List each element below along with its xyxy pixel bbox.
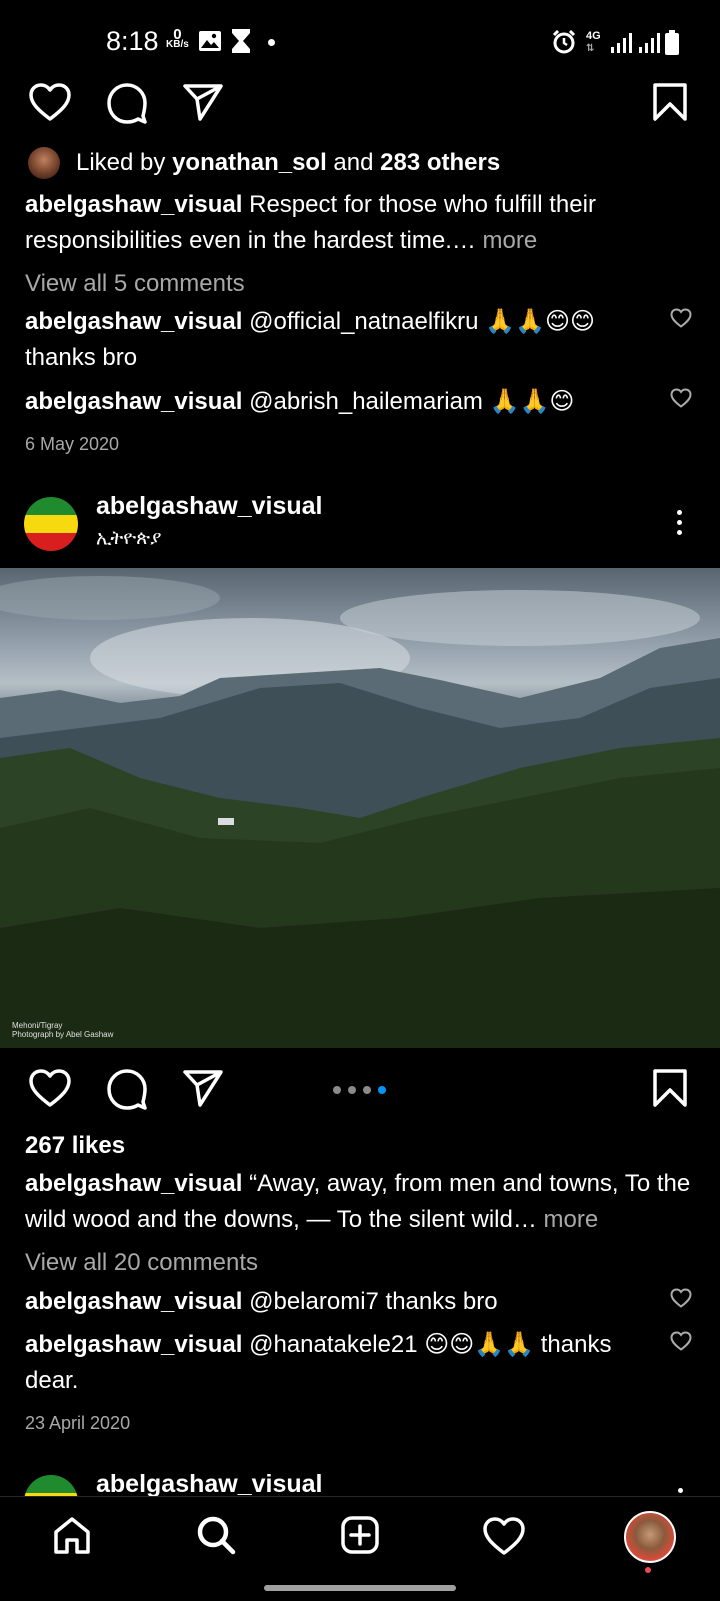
caption-more-link[interactable]: more xyxy=(537,1206,598,1233)
net-speed-unit: KB/s xyxy=(166,39,189,50)
comment-username[interactable]: abelgashaw_visual xyxy=(25,388,242,415)
home-icon[interactable] xyxy=(52,1515,92,1555)
activity-heart-icon[interactable] xyxy=(482,1516,526,1556)
post-photo[interactable]: Mehoni/Tigray Photograph by Abel Gashaw xyxy=(0,568,720,1048)
carousel-dot xyxy=(333,1086,341,1094)
status-time: 8:18 xyxy=(106,26,159,56)
post2-caption: abelgashaw_visual “Away, away, from men … xyxy=(25,1166,695,1238)
profile-avatar[interactable] xyxy=(624,1511,676,1563)
caption-username[interactable]: abelgashaw_visual xyxy=(25,191,242,218)
post2-view-comments[interactable]: View all 20 comments xyxy=(25,1245,258,1281)
post-author-username[interactable]: abelgashaw_visual xyxy=(96,1470,323,1499)
save-bookmark-icon[interactable] xyxy=(652,82,688,122)
share-send-icon[interactable] xyxy=(182,82,224,122)
liked-by-avatar[interactable] xyxy=(28,147,60,179)
network-type-label: 4G xyxy=(586,30,601,42)
liked-by-text[interactable]: Liked by yonathan_sol and 283 others xyxy=(76,145,500,181)
signal-icon-2 xyxy=(638,32,660,54)
comment-row: abelgashaw_visual @hanatakele21 😊😊🙏🙏 tha… xyxy=(25,1327,655,1399)
carousel-dot xyxy=(348,1086,356,1094)
save-bookmark-icon[interactable] xyxy=(652,1068,688,1108)
photo-credit: Mehoni/Tigray Photograph by Abel Gashaw xyxy=(12,1021,113,1039)
hourglass-icon xyxy=(230,28,252,54)
comment-row: abelgashaw_visual @official_natnaelfikru… xyxy=(25,304,655,376)
caption-username[interactable]: abelgashaw_visual xyxy=(25,1170,242,1197)
data-arrows-icon: ⇅ xyxy=(586,43,595,54)
landscape-scene xyxy=(0,576,720,1048)
comment-like-heart-icon[interactable] xyxy=(670,1331,692,1351)
carousel-dot-active xyxy=(378,1086,386,1094)
photo-credit-line2: Photograph by Abel Gashaw xyxy=(12,1030,114,1039)
comment-text: @belaromi7 thanks bro xyxy=(242,1288,498,1315)
comment-like-heart-icon[interactable] xyxy=(670,1288,692,1308)
notification-dot-icon xyxy=(268,39,275,46)
comment-username[interactable]: abelgashaw_visual xyxy=(25,1288,242,1315)
post-location[interactable]: ኢትዮጵያ xyxy=(96,527,161,549)
liked-by-mid: and xyxy=(326,149,381,176)
network-type: 4G ⇅ xyxy=(586,30,601,55)
liked-by-user[interactable]: yonathan_sol xyxy=(172,149,327,176)
comment-icon[interactable] xyxy=(106,82,148,124)
post1-date: 6 May 2020 xyxy=(25,434,120,454)
comment-like-heart-icon[interactable] xyxy=(670,308,692,328)
caption-more-link[interactable]: more xyxy=(476,227,538,254)
post1-caption: abelgashaw_visual Respect for those who … xyxy=(25,187,675,259)
like-heart-icon[interactable] xyxy=(28,1068,72,1108)
like-heart-icon[interactable] xyxy=(28,82,72,122)
post2-date: 23 April 2020 xyxy=(25,1413,131,1433)
share-send-icon[interactable] xyxy=(182,1068,224,1108)
bottom-nav xyxy=(0,1496,720,1601)
comment-username[interactable]: abelgashaw_visual xyxy=(25,308,242,335)
signal-icon-1 xyxy=(610,32,632,54)
comment-text: @abrish_hailemariam 🙏🙏😊 xyxy=(242,388,575,415)
net-speed: 0 KB/s xyxy=(166,27,189,50)
search-icon[interactable] xyxy=(196,1515,236,1555)
gesture-bar[interactable] xyxy=(264,1585,456,1591)
likes-count[interactable]: 267 likes xyxy=(25,1128,125,1164)
liked-by-others[interactable]: 283 others xyxy=(380,149,500,176)
comment-username[interactable]: abelgashaw_visual xyxy=(25,1331,242,1358)
post-author-avatar[interactable] xyxy=(24,497,78,551)
comment-row: abelgashaw_visual @abrish_hailemariam 🙏🙏… xyxy=(25,384,655,420)
new-post-icon[interactable] xyxy=(340,1515,380,1555)
post1-view-comments[interactable]: View all 5 comments xyxy=(25,266,245,302)
gallery-icon xyxy=(198,30,222,52)
comment-row: abelgashaw_visual @belaromi7 thanks bro xyxy=(25,1284,655,1320)
profile-notification-dot xyxy=(645,1567,651,1573)
carousel-indicator xyxy=(333,1081,393,1099)
status-bar: 8:18 0 KB/s 4G ⇅ xyxy=(0,0,720,88)
alarm-icon xyxy=(552,30,576,54)
comment-like-heart-icon[interactable] xyxy=(670,388,692,408)
post-author-username[interactable]: abelgashaw_visual xyxy=(96,492,323,521)
photo-credit-line1: Mehoni/Tigray xyxy=(12,1021,63,1030)
comment-icon[interactable] xyxy=(106,1068,148,1110)
more-options-icon[interactable] xyxy=(677,510,682,535)
carousel-dot xyxy=(363,1086,371,1094)
liked-by-prefix: Liked by xyxy=(76,149,173,176)
battery-icon xyxy=(664,30,680,56)
more-options-icon[interactable] xyxy=(678,1488,683,1493)
